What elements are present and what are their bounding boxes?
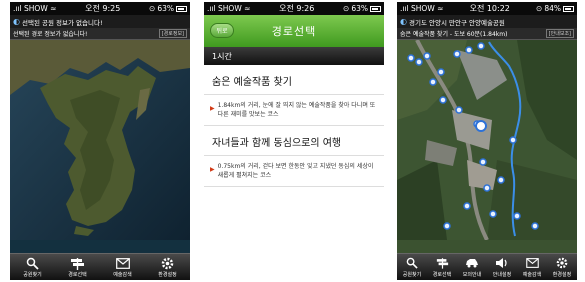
wifi-icon: ≈ — [244, 4, 251, 13]
park-notice: ◐ 경기도 안양시 만안구 안양예술공원 — [397, 15, 577, 28]
lock-icon: ⊙ — [536, 4, 543, 13]
wifi-icon: ≈ — [50, 4, 57, 13]
route-info-text: 선택된 경로 정보가 없습니다! — [13, 31, 88, 38]
clock: 오전 9:25 — [85, 4, 121, 13]
speaker-icon — [494, 256, 510, 270]
route-guide-button[interactable]: [안내보조] — [545, 29, 574, 38]
tab-art-search[interactable]: 예술감색 — [518, 256, 546, 278]
route-item[interactable]: 자녀들과 함께 동심으로의 여행 ▶ 0.75km의 거리, 걷다 보면 한동안 … — [204, 126, 384, 187]
battery-icon — [370, 5, 381, 12]
clock: 오전 9:26 — [279, 4, 315, 13]
screen-map-empty: .ııl SHOW ≈ 오전 9:25 ⊙ 63% ◐ 선택된 공원 정보가 없습니… — [10, 2, 190, 280]
status-bar: .ııl SHOW ≈ 오전 9:25 ⊙ 63% — [10, 2, 190, 15]
route-info-bar: 숨은 예술작품 찾기 - 도보 60분(1.84km) [안내보조] — [397, 28, 577, 40]
wifi-icon: ≈ — [437, 4, 444, 13]
satellite-map[interactable] — [397, 40, 577, 253]
screen-route-map: .ııl SHOW ≈ 오전 10:22 ⊙ 84% ◐ 경기도 안양시 만안구 안… — [397, 2, 577, 280]
tab-route-select[interactable]: 경로선택 — [64, 256, 92, 278]
mail-icon — [524, 256, 540, 270]
signal-icon: .ııl — [207, 4, 216, 13]
tab-art-search[interactable]: 예술감색 — [109, 256, 137, 278]
route-description: ▶ 1.84km의 거리, 눈에 잘 띄지 않는 예술작품을 찾아 다니며 또 다… — [204, 95, 384, 126]
tab-guide-settings[interactable]: 안내설정 — [488, 256, 516, 278]
location-pin-icon: ◐ — [400, 17, 407, 26]
status-bar: .ııl SHOW ≈ 오전 9:26 ⊙ 63% — [204, 2, 384, 15]
search-icon — [25, 256, 41, 270]
tab-settings[interactable]: 환경설정 — [154, 256, 182, 278]
back-button[interactable]: 뒤로 — [210, 23, 234, 38]
korea-satellite-image — [10, 40, 190, 240]
arrow-icon: ▶ — [210, 105, 215, 112]
signpost-icon — [434, 256, 450, 270]
location-pin-icon: ◐ — [13, 17, 20, 26]
mail-icon — [115, 256, 131, 270]
gear-icon — [160, 256, 176, 270]
battery-icon — [563, 5, 574, 12]
battery-status: ⊙ 63% — [149, 4, 187, 13]
nav-header: 뒤로 경로선택 — [204, 15, 384, 47]
park-notice: ◐ 선택된 공원 정보가 없습니다! — [10, 15, 190, 28]
tab-simulation[interactable]: 모의안내 — [458, 256, 486, 278]
route-item[interactable]: 숨은 예술작품 찾기 ▶ 1.84km의 거리, 눈에 잘 띄지 않는 예술작품을… — [204, 65, 384, 126]
route-info-text: 숨은 예술작품 찾기 - 도보 60분(1.84km) — [400, 31, 508, 38]
route-title: 숨은 예술작품 찾기 — [204, 65, 384, 95]
gear-icon — [554, 256, 570, 270]
signpost-icon — [70, 256, 86, 270]
car-icon — [464, 256, 480, 270]
signal-icon: .ııl — [13, 4, 22, 13]
route-list-view: 뒤로 경로선택 1시간 숨은 예술작품 찾기 ▶ 1.84km의 거리, 눈에 잘… — [204, 15, 384, 280]
tab-find-park[interactable]: 공원찾기 — [19, 256, 47, 278]
route-title: 자녀들과 함께 동심으로의 여행 — [204, 126, 384, 156]
battery-icon — [176, 5, 187, 12]
route-info-button[interactable]: [경로정보] — [158, 29, 187, 38]
status-bar: .ııl SHOW ≈ 오전 10:22 ⊙ 84% — [397, 2, 577, 15]
route-description: ▶ 0.75km의 거리, 걷다 보면 한동안 잊고 지냈던 동심의 세상이 새롭… — [204, 156, 384, 187]
clock: 오전 10:22 — [469, 4, 510, 13]
route-info-bar: 선택된 경로 정보가 없습니다! [경로정보] — [10, 28, 190, 40]
arrow-icon: ▶ — [210, 166, 215, 173]
satellite-map[interactable] — [10, 40, 190, 253]
carrier: .ııl SHOW ≈ — [207, 4, 251, 13]
current-location-icon — [475, 120, 487, 132]
section-header: 1시간 — [204, 47, 384, 65]
page-title: 경로선택 — [271, 25, 317, 38]
park-satellite-image — [397, 40, 577, 241]
lock-icon: ⊙ — [149, 4, 156, 13]
search-icon — [404, 256, 420, 270]
battery-status: ⊙ 84% — [536, 4, 574, 13]
carrier: .ııl SHOW ≈ — [400, 4, 444, 13]
bottom-tab-bar: 공원찾기 경로선택 예술감색 환경설정 — [10, 253, 190, 280]
lock-icon: ⊙ — [343, 4, 350, 13]
screen-route-select: .ııl SHOW ≈ 오전 9:26 ⊙ 63% 뒤로 경로선택 1시간 숨은 … — [204, 2, 384, 280]
tab-route-select[interactable]: 경로선택 — [428, 256, 456, 278]
tab-settings[interactable]: 환경설정 — [548, 256, 576, 278]
tab-find-park[interactable]: 공원찾기 — [398, 256, 426, 278]
battery-status: ⊙ 63% — [343, 4, 381, 13]
signal-icon: .ııl — [400, 4, 409, 13]
carrier: .ııl SHOW ≈ — [13, 4, 57, 13]
bottom-tab-bar: 공원찾기 경로선택 모의안내 안내설정 예술감색 환경설정 — [397, 253, 577, 280]
